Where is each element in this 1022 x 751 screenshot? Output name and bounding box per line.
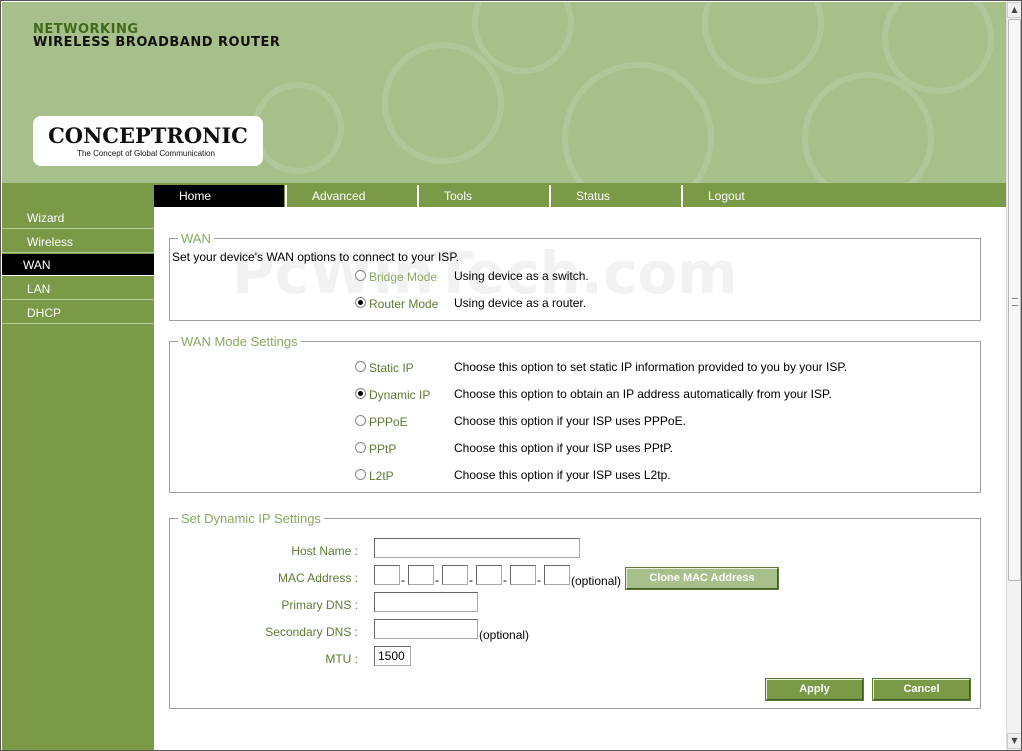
- dynamic-ip-legend: Set Dynamic IP Settings: [181, 511, 321, 526]
- top-nav: Home Advanced Tools Status Logout: [154, 183, 1006, 207]
- static-ip-label[interactable]: Static IP: [369, 361, 414, 375]
- header-banner: NETWORKING WIRELESS BROADBAND ROUTER CON…: [2, 2, 1006, 183]
- static-ip-desc: Choose this option to set static IP info…: [454, 360, 848, 374]
- sidebar-item-wan[interactable]: WAN: [2, 254, 154, 276]
- mac-separator: -: [537, 573, 541, 587]
- apply-button[interactable]: Apply: [765, 678, 864, 701]
- mtu-input[interactable]: 1500: [374, 646, 411, 666]
- wan-mode-legend: WAN Mode Settings: [181, 334, 298, 349]
- tab-tools[interactable]: Tools: [417, 185, 547, 207]
- browser-window: NETWORKING WIRELESS BROADBAND ROUTER CON…: [0, 0, 1022, 751]
- host-name-label: Host Name :: [291, 544, 358, 558]
- dynamic-ip-desc: Choose this option to obtain an IP addre…: [454, 387, 832, 401]
- logo-tagline: The Concept of Global Communication: [77, 149, 215, 158]
- logo-wordmark: CONCEPTRONIC: [48, 123, 248, 148]
- sidebar-item-wireless[interactable]: Wireless: [2, 231, 154, 253]
- secondary-dns-optional-note: (optional): [479, 628, 530, 642]
- mac-segment-4[interactable]: [476, 565, 502, 585]
- router-mode-radio[interactable]: [355, 297, 366, 308]
- bridge-mode-label[interactable]: Bridge Mode: [369, 270, 437, 284]
- mac-segment-5[interactable]: [510, 565, 536, 585]
- mac-segment-2[interactable]: [408, 565, 434, 585]
- mac-address-label: MAC Address :: [277, 571, 358, 585]
- pppoe-label[interactable]: PPPoE: [369, 415, 408, 429]
- pppoe-desc: Choose this option if your ISP uses PPPo…: [454, 414, 686, 428]
- primary-dns-label: Primary DNS :: [281, 598, 358, 612]
- sidebar-item-dhcp[interactable]: DHCP: [2, 302, 154, 324]
- decor-circle: [382, 42, 504, 164]
- bridge-mode-desc: Using device as a switch.: [454, 269, 589, 283]
- mac-optional-note: (optional): [571, 574, 622, 588]
- l2tp-radio[interactable]: [355, 469, 366, 480]
- tab-logout[interactable]: Logout: [681, 185, 811, 207]
- mac-separator: -: [401, 573, 405, 587]
- bridge-mode-radio[interactable]: [355, 270, 366, 281]
- cancel-button[interactable]: Cancel: [872, 678, 971, 701]
- mac-segment-1[interactable]: [374, 565, 400, 585]
- router-mode-label[interactable]: Router Mode: [369, 297, 438, 311]
- decor-circle: [702, 2, 824, 84]
- tab-advanced[interactable]: Advanced: [285, 185, 415, 207]
- mtu-label: MTU :: [325, 652, 358, 666]
- dynamic-ip-label[interactable]: Dynamic IP: [369, 388, 430, 402]
- pptp-radio[interactable]: [355, 442, 366, 453]
- mac-separator: -: [435, 573, 439, 587]
- tab-status[interactable]: Status: [549, 185, 679, 207]
- secondary-dns-input[interactable]: [374, 619, 478, 639]
- l2tp-desc: Choose this option if your ISP uses L2tp…: [454, 468, 671, 482]
- mac-segment-6[interactable]: [544, 565, 570, 585]
- dynamic-ip-radio[interactable]: [355, 388, 366, 399]
- scrollbar-thumb[interactable]: [1008, 19, 1021, 581]
- wan-intro: Set your device's WAN options to connect…: [172, 250, 460, 264]
- tab-home[interactable]: Home: [154, 185, 284, 207]
- primary-dns-input[interactable]: [374, 592, 478, 612]
- pptp-desc: Choose this option if your ISP uses PPtP…: [454, 441, 674, 455]
- header-title: WIRELESS BROADBAND ROUTER: [33, 35, 281, 50]
- secondary-dns-label: Secondary DNS :: [265, 625, 358, 639]
- mac-separator: -: [503, 573, 507, 587]
- mac-separator: -: [469, 573, 473, 587]
- sidebar-item-lan[interactable]: LAN: [2, 278, 154, 300]
- sidebar: Wizard Wireless WAN LAN DHCP: [2, 183, 154, 750]
- clone-mac-button[interactable]: Clone MAC Address: [625, 567, 779, 590]
- main-content: PcWinTech.com WAN Set your device's WAN …: [154, 207, 1006, 750]
- wan-legend: WAN: [181, 231, 211, 246]
- pptp-label[interactable]: PPtP: [369, 442, 396, 456]
- host-name-input[interactable]: [374, 538, 580, 558]
- sidebar-item-wizard[interactable]: Wizard: [2, 207, 154, 229]
- mac-segment-3[interactable]: [442, 565, 468, 585]
- brand-logo: CONCEPTRONIC The Concept of Global Commu…: [33, 116, 263, 166]
- scroll-up-arrow-icon[interactable]: ▲: [1007, 2, 1021, 18]
- static-ip-radio[interactable]: [355, 361, 366, 372]
- scrollbar-grip-icon: [1012, 298, 1018, 306]
- scroll-down-arrow-icon[interactable]: ▼: [1007, 733, 1021, 749]
- vertical-scrollbar[interactable]: ▲ ▼: [1006, 2, 1021, 750]
- l2tp-label[interactable]: L2tP: [369, 469, 394, 483]
- decor-circle: [252, 82, 344, 174]
- router-mode-desc: Using device as a router.: [454, 296, 587, 310]
- pppoe-radio[interactable]: [355, 415, 366, 426]
- decor-circle: [562, 62, 714, 183]
